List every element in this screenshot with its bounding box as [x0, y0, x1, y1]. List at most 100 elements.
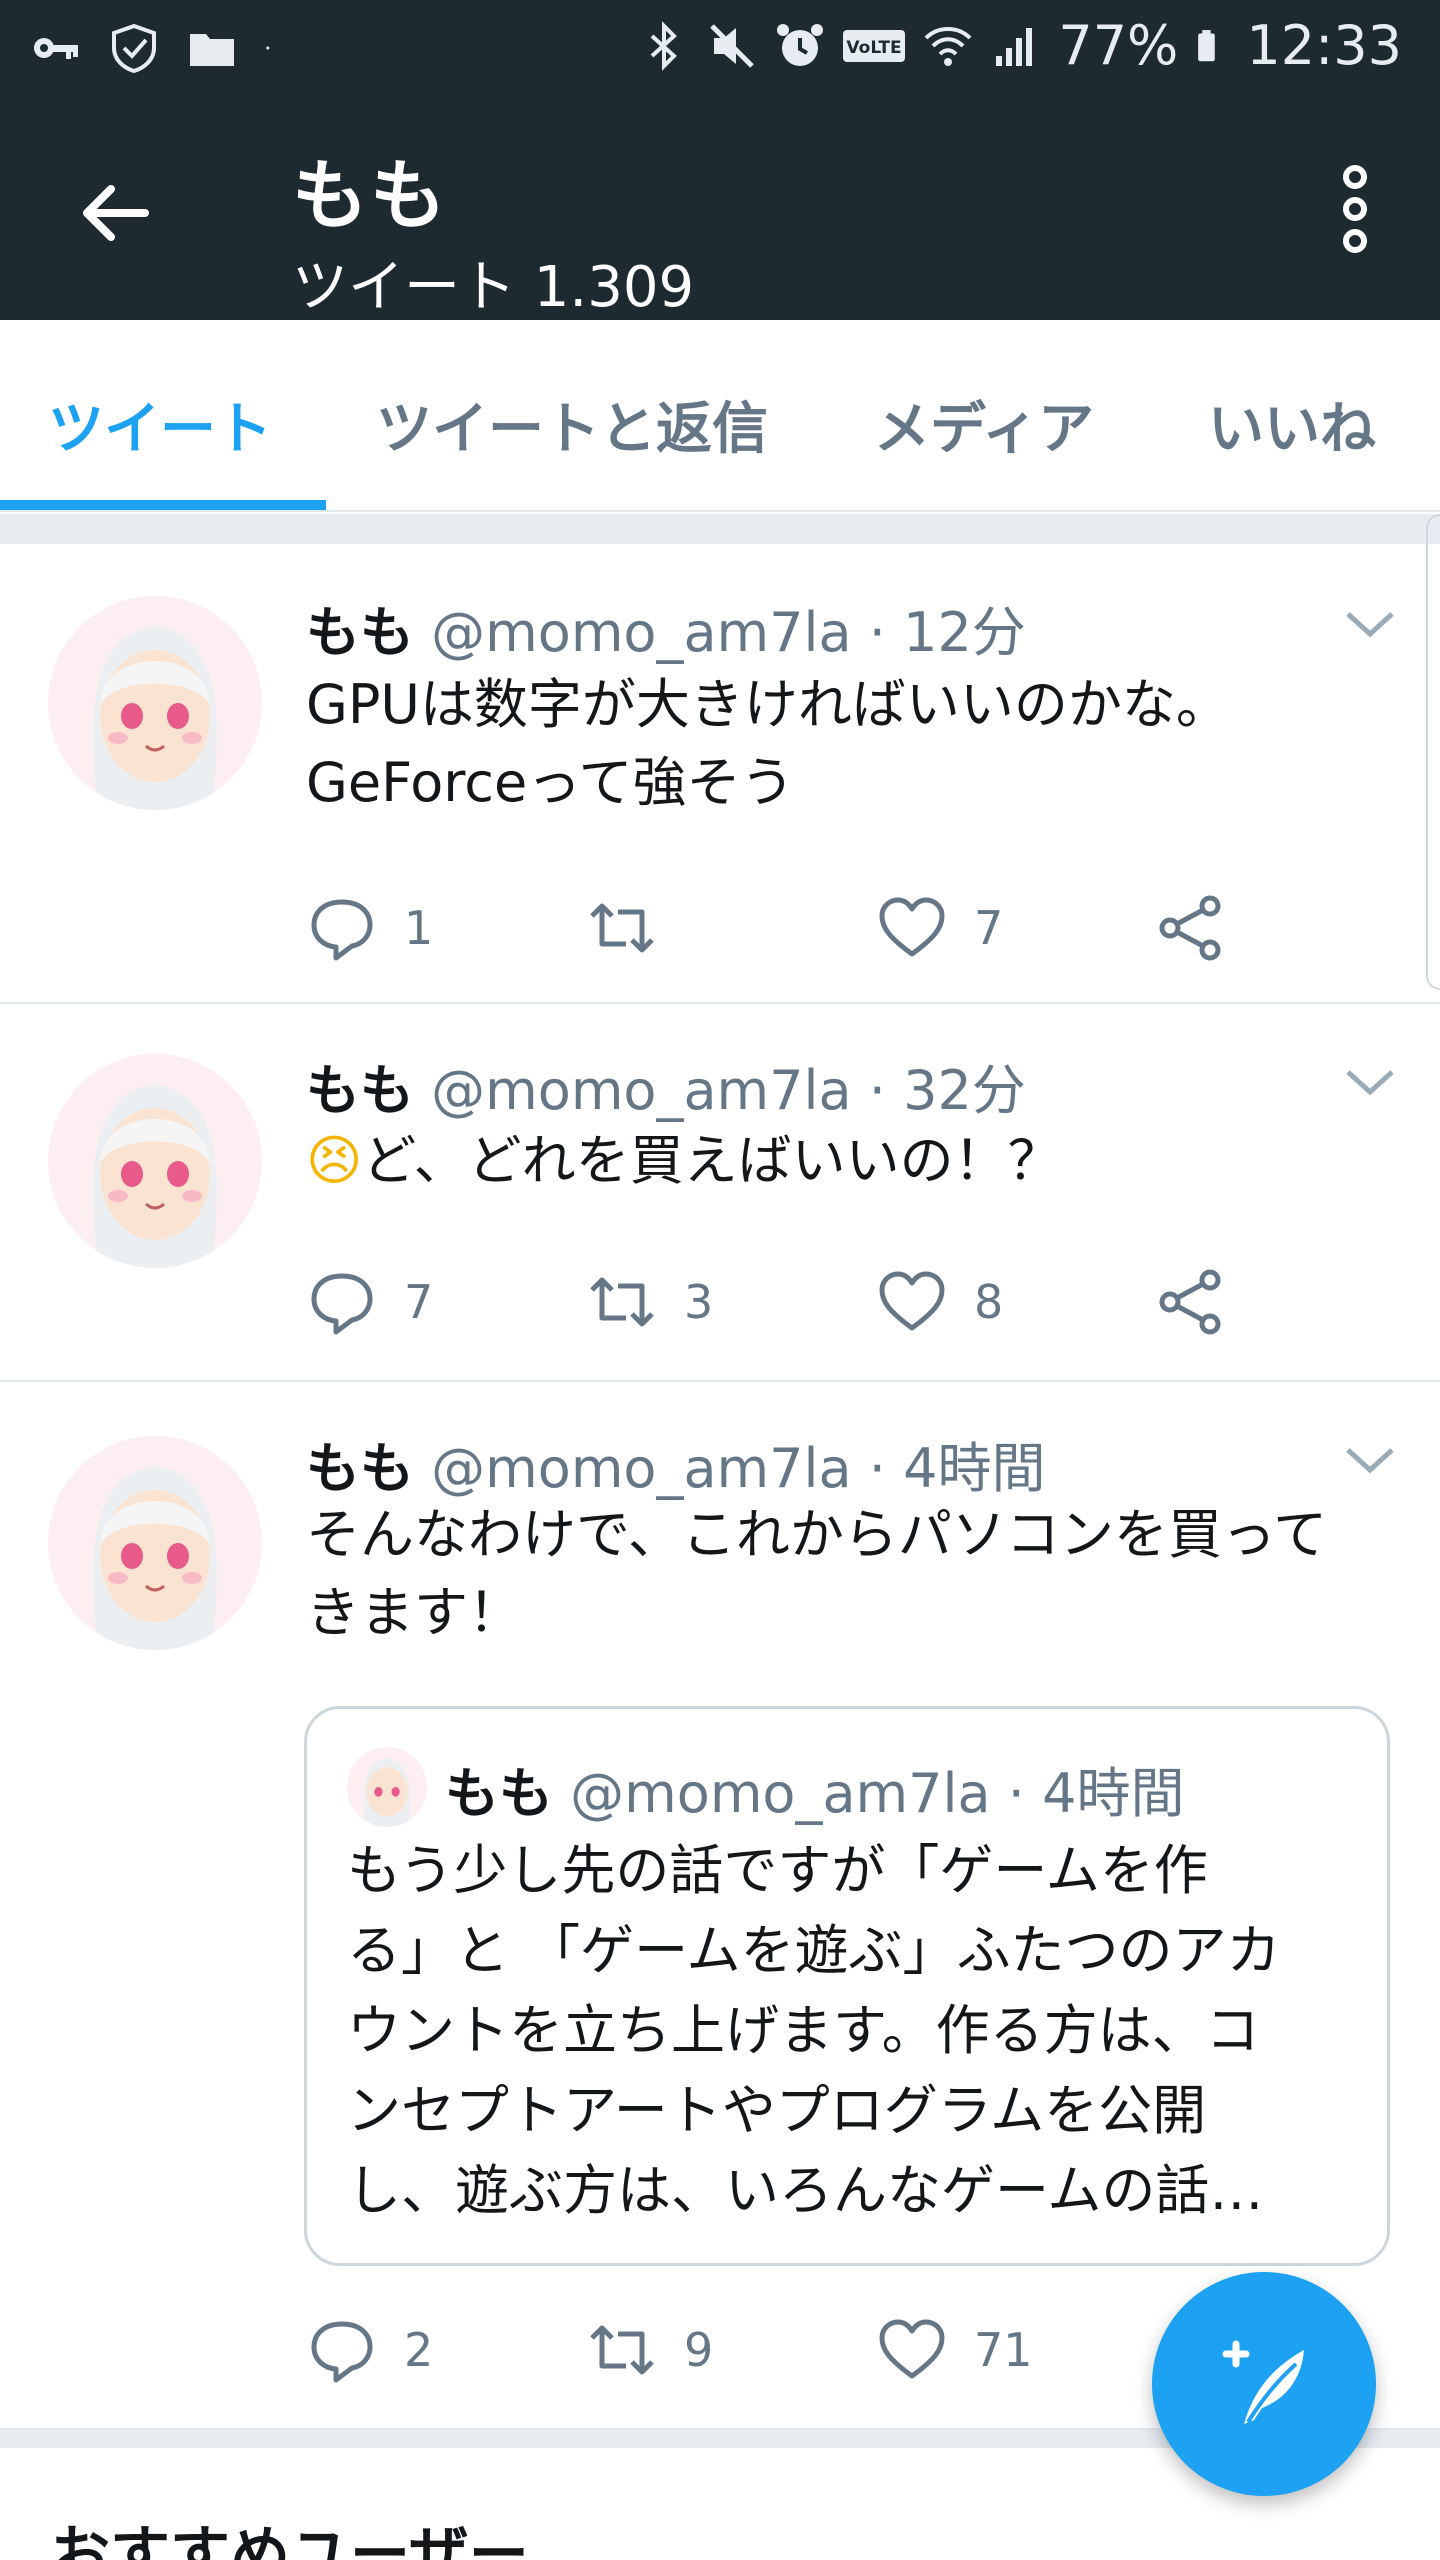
- quoted-text-line: る」と 「ゲームを遊ぶ」ふたつのアカ: [347, 1919, 1281, 1982]
- tweet[interactable]: もも @momo_am7la · 4時間 そんなわけで、これからパソコンを買って…: [0, 1382, 1440, 2430]
- quoted-avatar: [347, 1747, 427, 1827]
- tweet-text-line: そんなわけで、これからパソコンを買って: [306, 1503, 1328, 1566]
- scrollbar[interactable]: [1426, 514, 1440, 990]
- avatar-image: [48, 1054, 262, 1268]
- chevron-down-icon[interactable]: [1342, 1440, 1398, 1480]
- retweet-button[interactable]: [586, 888, 684, 968]
- tweet-text: そんなわけで、これからパソコンを買って きます！: [306, 1496, 1406, 1652]
- status-left-icons: [30, 22, 284, 74]
- alarm-icon: [777, 23, 824, 66]
- like-icon: [879, 2319, 945, 2379]
- share-button[interactable]: [1156, 888, 1228, 968]
- tweet-text-line: GeForceって強そう: [306, 751, 795, 814]
- tweet[interactable]: もも @momo_am7la · 32分 😣ど、どれを買えばいいの！？ 7 3 …: [0, 1004, 1440, 1382]
- tweet-meta: @momo_am7la · 4時間: [431, 1437, 1046, 1500]
- tab-media[interactable]: メディア: [874, 384, 1094, 465]
- tweet-text: GPUは数字が大きければいいのかな。 GeForceって強そう: [306, 666, 1406, 822]
- retweet-icon: [590, 903, 654, 953]
- tweet-text-line: ど、どれを買えばいいの！？: [362, 1129, 1062, 1192]
- retweet-button[interactable]: 3: [586, 1262, 713, 1342]
- folder-icon: [190, 34, 234, 66]
- tweet-author-name[interactable]: もも: [306, 1437, 414, 1500]
- tweet-actions: 2 9 71: [306, 2310, 1246, 2390]
- chevron-down-icon[interactable]: [1342, 604, 1398, 644]
- more-vert-icon: [1343, 165, 1367, 253]
- tweet-text-line: GPUは数字が大きければいいのかな。: [306, 673, 1230, 736]
- like-count: 71: [974, 2323, 1033, 2377]
- like-button[interactable]: 71: [876, 2310, 1033, 2390]
- tweet-author-name[interactable]: もも: [306, 1059, 414, 1122]
- avatar[interactable]: [48, 1436, 262, 1650]
- retweet-icon: [590, 1277, 654, 1327]
- quoted-text-line: もう少し先の話ですが「ゲームを作: [347, 1839, 1208, 1902]
- like-icon: [879, 1271, 945, 1331]
- emoji-persevering-face: 😣: [306, 1129, 363, 1192]
- status-bar: VoLTE 77% 12:33: [0, 0, 1440, 104]
- tweet-meta: @momo_am7la · 32分: [431, 1059, 1026, 1122]
- suggested-users-title: おすすめユーザー: [50, 2520, 529, 2560]
- tweet-text-line: きます！: [306, 1581, 522, 1644]
- timeline-top-spacer: [0, 514, 1440, 544]
- quoted-tweet-header: もも @momo_am7la · 4時間: [445, 1749, 1184, 1828]
- like-button[interactable]: 8: [876, 1262, 1003, 1342]
- compose-tweet-button[interactable]: [1152, 2272, 1376, 2496]
- share-button[interactable]: [1156, 1262, 1228, 1342]
- battery-icon: [1198, 29, 1216, 61]
- quoted-tweet-text: もう少し先の話ですが「ゲームを作 る」と 「ゲームを遊ぶ」ふたつのアカ ウントを…: [347, 1831, 1357, 2231]
- tweet-meta: @momo_am7la · 12分: [431, 601, 1026, 664]
- avatar-image: [48, 596, 262, 810]
- like-count: 8: [974, 1275, 1004, 1329]
- like-button[interactable]: 7: [876, 888, 1003, 968]
- reply-button[interactable]: 2: [306, 2310, 433, 2390]
- reply-icon: [311, 1273, 373, 1335]
- tweet-actions: 1 7: [306, 888, 1246, 968]
- reply-count: 7: [404, 1275, 434, 1329]
- tweet-header: もも @momo_am7la · 4時間: [306, 1424, 1045, 1503]
- avatar[interactable]: [48, 1054, 262, 1268]
- retweet-count: 9: [684, 2323, 714, 2377]
- profile-tabs: ツイート ツイートと返信 メディア いいね: [0, 320, 1440, 512]
- wifi-icon: [924, 26, 972, 66]
- tweet-author-name[interactable]: もも: [306, 601, 414, 664]
- active-tab-indicator: [0, 500, 326, 510]
- svg-text:VoLTE: VoLTE: [847, 38, 902, 58]
- quoted-meta: @momo_am7la · 4時間: [570, 1762, 1185, 1825]
- app-bar: もも ツイート 1.309: [0, 104, 1440, 320]
- like-icon: [879, 897, 945, 957]
- status-right-icons: VoLTE 77% 12:33: [638, 14, 1402, 77]
- reply-button[interactable]: 7: [306, 1262, 433, 1342]
- quoted-text-line: ウントを立ち上げます。作る方は、コ: [347, 1999, 1260, 2062]
- retweet-icon: [590, 2325, 654, 2375]
- back-button[interactable]: [60, 158, 170, 268]
- tab-tweets[interactable]: ツイート: [48, 384, 272, 465]
- quoted-tweet-card[interactable]: もも @momo_am7la · 4時間 もう少し先の話ですが「ゲームを作 る」…: [304, 1706, 1390, 2266]
- dot-icon: [266, 46, 270, 50]
- share-icon: [1159, 1269, 1221, 1335]
- chevron-down-icon[interactable]: [1342, 1062, 1398, 1102]
- reply-count: 1: [404, 901, 434, 955]
- tweet[interactable]: もも @momo_am7la · 12分 GPUは数字が大きければいいのかな。 …: [0, 544, 1440, 1004]
- retweet-button[interactable]: 9: [586, 2310, 713, 2390]
- signal-icon: [996, 27, 1033, 66]
- mute-icon: [710, 23, 755, 68]
- tab-tweets-and-replies[interactable]: ツイートと返信: [376, 384, 768, 465]
- tab-likes[interactable]: いいね: [1208, 384, 1376, 465]
- more-options-button[interactable]: [1310, 154, 1400, 264]
- battery-percent: 77%: [1058, 14, 1179, 77]
- quoted-text-line: ンセプトアートやプログラムを公開: [347, 2079, 1207, 2142]
- tweet-count: ツイート 1.309: [292, 255, 695, 320]
- reply-icon: [311, 899, 373, 961]
- tweet-text: 😣ど、どれを買えばいいの！？: [306, 1122, 1406, 1200]
- compose-icon: [1222, 2340, 1304, 2424]
- quoted-text-line: し、遊ぶ方は、いろんなゲームの話…: [347, 2159, 1264, 2222]
- retweet-count: 3: [684, 1275, 714, 1329]
- share-icon: [1159, 895, 1221, 961]
- tweet-header: もも @momo_am7la · 32分: [306, 1046, 1026, 1125]
- bluetooth-icon: [650, 20, 678, 71]
- reply-button[interactable]: 1: [306, 888, 433, 968]
- volte-icon: VoLTE: [843, 29, 906, 62]
- tweet-header: もも @momo_am7la · 12分: [306, 588, 1026, 667]
- avatar[interactable]: [48, 596, 262, 810]
- clock: 12:33: [1246, 14, 1402, 77]
- key-icon: [34, 38, 78, 59]
